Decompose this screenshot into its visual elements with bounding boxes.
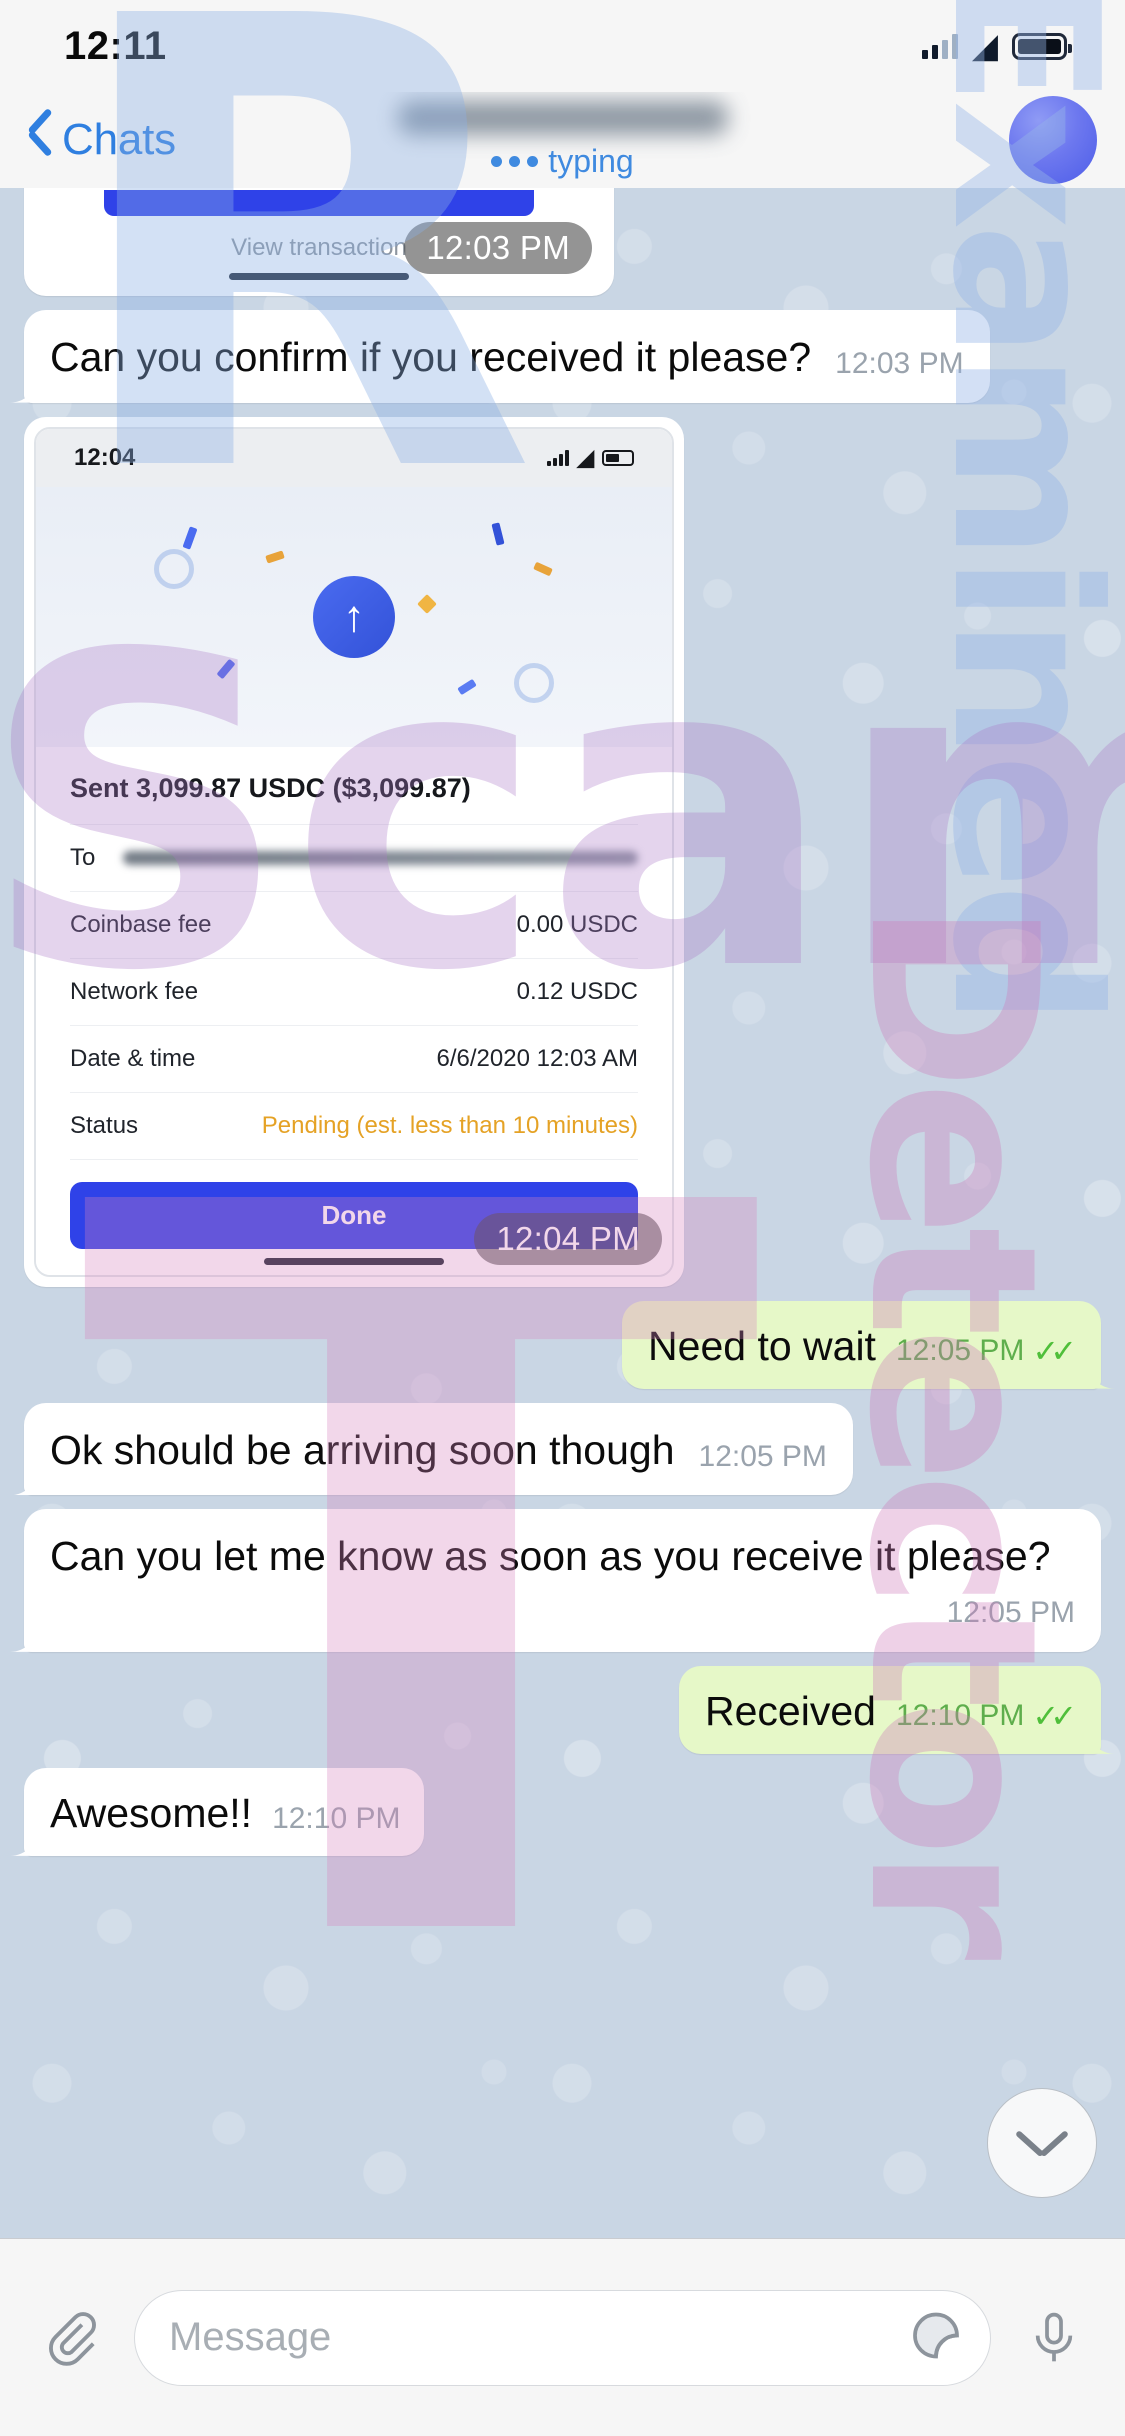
text-message[interactable]: Need to wait 12:05 PM ✓✓ [622, 1300, 1101, 1389]
typing-indicator: typing [491, 142, 634, 180]
attach-button[interactable] [34, 2301, 108, 2375]
microphone-icon [1035, 2312, 1073, 2361]
navigation-bar: Chats typing [0, 92, 1125, 188]
status-bar-time: 12:11 [64, 23, 167, 68]
photo-message-partial[interactable]: View transaction 12:03 PM [24, 188, 614, 296]
message-list[interactable]: View transaction 12:03 PM Can you confir… [0, 188, 1125, 2238]
read-receipt-icon: ✓✓ [1032, 1332, 1077, 1369]
wifi-icon: ◢ [971, 27, 998, 65]
message-text: Received [705, 1687, 876, 1734]
signal-bars-icon [547, 449, 570, 466]
read-receipt-icon: ✓✓ [1032, 1697, 1077, 1734]
row-key: To [70, 843, 96, 871]
message-text: Awesome!! [50, 1789, 253, 1836]
embedded-status-bar: 12:04 ◢ [36, 428, 672, 487]
row-value: 0.00 USDC [516, 910, 638, 938]
home-indicator [264, 1257, 444, 1265]
success-illustration: ↑ [36, 486, 672, 747]
text-message[interactable]: Can you let me know as soon as you recei… [24, 1509, 1101, 1652]
text-message[interactable]: Received 12:10 PM ✓✓ [679, 1665, 1101, 1754]
voice-message-button[interactable] [1017, 2301, 1091, 2375]
message-meta: 12:05 PM [947, 1595, 1075, 1632]
message-meta: 12:03 PM [835, 346, 963, 383]
receipt-row-status: Status Pending (est. less than 10 minute… [70, 1091, 638, 1160]
row-value: 0.12 USDC [516, 977, 638, 1005]
message-text: Need to wait [648, 1322, 876, 1369]
row-key: Network fee [70, 977, 199, 1005]
text-message[interactable]: Can you confirm if you received it pleas… [24, 310, 990, 403]
message-meta: 12:05 PM ✓✓ [896, 1332, 1077, 1371]
row-key: Status [70, 1111, 139, 1139]
sticker-icon [913, 2312, 959, 2358]
photo-message-receipt[interactable]: 12:04 ◢ ↑ Sent 3,099.87 USDC ($3,099.87)… [24, 416, 684, 1287]
receipt-row-to: To [70, 823, 638, 891]
embedded-status-time: 12:04 [74, 443, 136, 471]
status-badge: Pending (est. less than 10 minutes) [261, 1111, 638, 1139]
screenshot-button-strip [104, 190, 534, 216]
message-row: Can you confirm if you received it pleas… [24, 310, 1101, 403]
status-bar: 12:11 ◢ [0, 0, 1125, 92]
chat-title [397, 100, 728, 135]
chevron-down-icon [1019, 2130, 1065, 2156]
redacted-value [123, 850, 638, 865]
paperclip-icon [49, 2311, 96, 2366]
battery-icon [1012, 32, 1072, 60]
message-timestamp: 12:03 PM [835, 347, 964, 380]
message-row: 12:04 ◢ ↑ Sent 3,099.87 USDC ($3,099.87)… [24, 416, 1101, 1287]
message-timestamp: 12:05 PM [895, 1333, 1025, 1367]
chevron-left-icon [26, 117, 52, 163]
message-row: Received 12:10 PM ✓✓ [24, 1665, 1101, 1754]
message-input-placeholder: Message [169, 2315, 332, 2359]
receipt-details: Sent 3,099.87 USDC ($3,099.87) To Coinba… [36, 746, 672, 1275]
message-timestamp: 12:10 PM [272, 1802, 401, 1836]
upload-arrow-icon: ↑ [313, 575, 395, 658]
message-meta: 12:05 PM [699, 1439, 827, 1476]
message-row: Ok should be arriving soon though 12:05 … [24, 1402, 1101, 1496]
row-key: Date & time [70, 1044, 196, 1072]
receipt-row-date-time: Date & time 6/6/2020 12:03 AM [70, 1024, 639, 1092]
scroll-to-bottom-button[interactable] [987, 2088, 1097, 2198]
embedded-screenshot: 12:04 ◢ ↑ Sent 3,099.87 USDC ($3,099.87)… [34, 426, 674, 1277]
message-text: Ok should be arriving soon though [50, 1426, 675, 1473]
row-value: 6/6/2020 12:03 AM [436, 1044, 639, 1072]
message-meta: 12:10 PM [272, 1801, 400, 1838]
row-key: Coinbase fee [70, 910, 212, 938]
text-message[interactable]: Ok should be arriving soon though 12:05 … [24, 1402, 853, 1496]
receipt-row-network-fee: Network fee 0.12 USDC [70, 957, 638, 1025]
message-text: Can you confirm if you received it pleas… [50, 334, 812, 380]
typing-dots-icon [491, 155, 539, 167]
phone-screen: View transaction 12:03 PM Can you confir… [0, 0, 1125, 2436]
message-timestamp: 12:04 PM [474, 1212, 662, 1265]
back-button[interactable]: Chats [26, 115, 176, 165]
home-indicator [229, 273, 409, 280]
message-timestamp: 12:05 PM [698, 1439, 827, 1473]
receipt-title: Sent 3,099.87 USDC ($3,099.87) [70, 772, 471, 803]
battery-icon [602, 449, 634, 466]
message-row: Need to wait 12:05 PM ✓✓ [24, 1300, 1101, 1389]
receipt-row-coinbase-fee: Coinbase fee 0.00 USDC [70, 890, 638, 958]
wifi-icon: ◢ [577, 444, 594, 470]
message-input-field[interactable]: Message [134, 2289, 991, 2386]
message-text: Can you let me know as soon as you recei… [50, 1533, 1051, 1580]
message-timestamp: 12:03 PM [404, 222, 592, 274]
typing-label: typing [548, 142, 634, 179]
text-message[interactable]: Awesome!! 12:10 PM [24, 1767, 425, 1856]
message-row: View transaction 12:03 PM [24, 188, 1101, 296]
message-row: Can you let me know as soon as you recei… [24, 1509, 1101, 1652]
message-meta: 12:10 PM ✓✓ [896, 1697, 1077, 1736]
message-row: Awesome!! 12:10 PM [24, 1767, 1101, 1856]
message-timestamp: 12:10 PM [895, 1699, 1025, 1733]
signal-bars-icon [921, 33, 958, 59]
message-input-bar: Message [0, 2238, 1125, 2436]
sticker-button[interactable] [908, 2307, 964, 2368]
back-button-label: Chats [62, 115, 176, 164]
contact-avatar[interactable] [1009, 96, 1097, 184]
message-timestamp: 12:05 PM [946, 1596, 1075, 1630]
